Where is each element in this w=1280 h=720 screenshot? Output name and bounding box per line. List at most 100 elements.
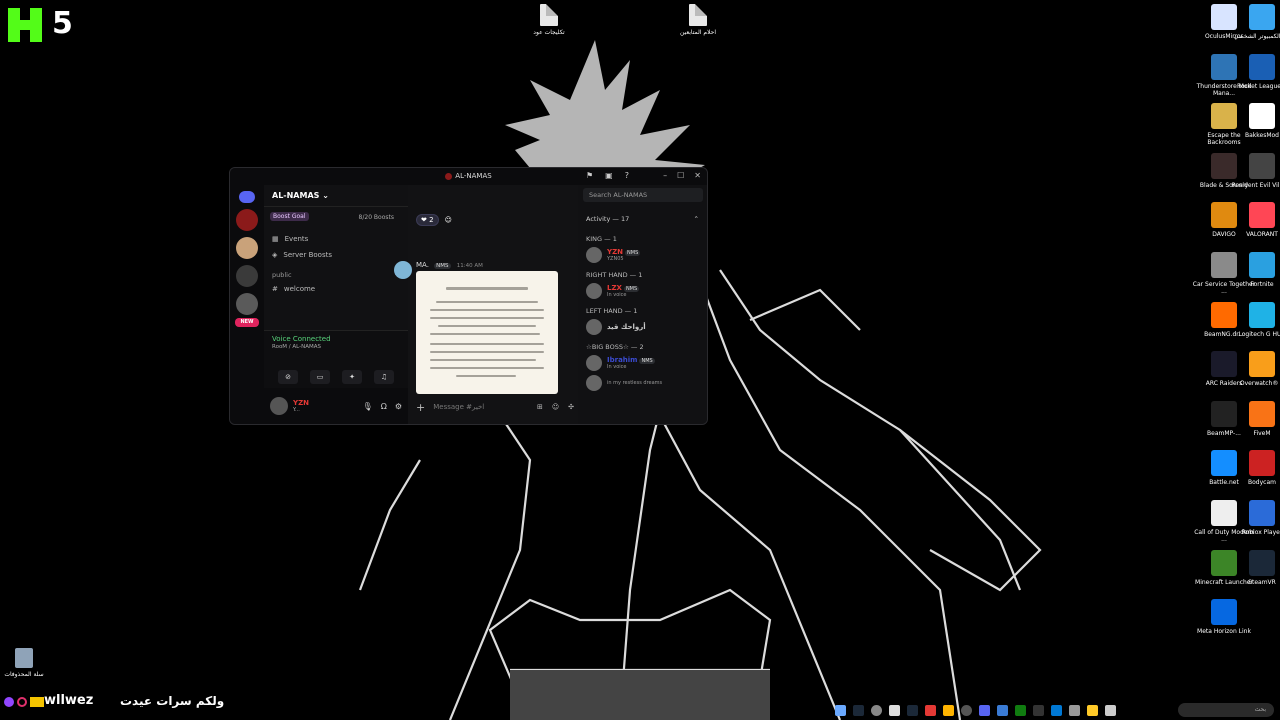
avatar[interactable] (270, 397, 288, 415)
taskbar-app-icon[interactable] (835, 704, 846, 716)
desktop-icon[interactable]: Bodycam (1230, 450, 1280, 486)
message-author[interactable]: MA. (416, 261, 429, 269)
apps-icon[interactable]: ✣ (568, 403, 574, 411)
avatar (586, 355, 602, 371)
capcut-icon[interactable] (889, 704, 900, 716)
message-avatar[interactable] (394, 261, 412, 279)
voice-status: Voice Connected (272, 335, 331, 343)
desktop-icon[interactable]: Roblox Player (1230, 500, 1280, 536)
window-title: AL-NAMAS (230, 172, 707, 180)
member-item[interactable]: YZN NMS YZN05 (578, 245, 707, 265)
github-icon[interactable] (871, 704, 882, 716)
app-icon[interactable] (1051, 704, 1062, 716)
desktop-icon-label: Bodycam (1248, 479, 1276, 487)
desktop-icon[interactable]: BakkesMod (1230, 103, 1280, 139)
voice-room[interactable]: RooM / AL-NAMAS (272, 344, 400, 350)
recycle-bin[interactable]: سلة المحذوفات (0, 648, 56, 678)
discord-icon[interactable] (979, 704, 990, 716)
microphone-icon[interactable]: 🎙 (363, 402, 373, 411)
xbox-icon[interactable] (1015, 704, 1026, 716)
screen-share-icon[interactable]: ▭ (310, 370, 330, 384)
steam-icon[interactable] (907, 704, 918, 716)
activity-header[interactable]: Activity — 17 ⌃ (578, 207, 707, 229)
category-public[interactable]: public + (264, 263, 408, 281)
steam-icon[interactable] (853, 704, 864, 716)
boost-goal[interactable]: Boost Goal 8/20 Boosts (270, 212, 402, 225)
desktop-icon[interactable]: VALORANT (1230, 202, 1280, 238)
epic-icon[interactable] (1033, 704, 1044, 716)
member-item[interactable]: in my restless dreams (578, 373, 707, 393)
member-item[interactable]: Ibrahim NMS In voice (578, 353, 707, 373)
add-attachment-icon[interactable]: + (416, 401, 425, 414)
discord-home-icon[interactable] (239, 191, 255, 203)
add-reaction-icon[interactable]: ☺ (445, 216, 452, 224)
desktop-icon[interactable]: Rocket League® (1230, 53, 1280, 90)
message-header: MA. NMS 11:40 AM (416, 261, 483, 269)
close-icon[interactable]: ✕ (694, 171, 701, 180)
obs-icon[interactable] (961, 704, 972, 716)
maximize-icon[interactable]: ☐ (677, 171, 684, 180)
desktop-file-1[interactable]: تكليجات عود (517, 4, 581, 36)
boost-icon: ◈ (272, 251, 278, 259)
folder-icon[interactable] (943, 704, 954, 716)
app-icon (1249, 549, 1275, 576)
avatar (586, 247, 602, 263)
server-icon-alnamas[interactable] (236, 209, 258, 231)
member-info: in my restless dreams (607, 380, 662, 386)
app-icon (1249, 351, 1275, 378)
minimize-icon[interactable]: – (663, 171, 667, 180)
soundboard-icon[interactable]: ♫ (374, 370, 394, 384)
server-header[interactable]: AL-NAMAS ⌄ (264, 185, 408, 207)
desktop-icon[interactable]: هذا الكمبيوتر الشخصي (1230, 4, 1280, 40)
desktop-icon[interactable]: SteamVR (1230, 549, 1280, 586)
chat-area: ❤ 2 ☺ MA. NMS 11:40 AM + Message #اخير ⊞… (394, 185, 578, 424)
app-icon[interactable] (925, 704, 936, 716)
server-icon-4[interactable] (236, 293, 258, 315)
chevron-down-icon: ⌄ (322, 191, 329, 200)
channel-welcome[interactable]: # welcome (264, 281, 408, 297)
role-header: KING — 1 (586, 235, 617, 243)
role-header: ☆BIG BOSS☆ — 2 (586, 343, 644, 351)
server-icon-3[interactable] (236, 265, 258, 287)
heart-reaction[interactable]: ❤ 2 (416, 214, 439, 226)
recycle-bin-icon (15, 648, 33, 668)
desktop-icon[interactable]: Overwatch® 2 (1230, 351, 1280, 387)
sidebar-item-server-boosts[interactable]: ◈ Server Boosts (264, 247, 408, 263)
headphones-icon[interactable]: Ω (381, 402, 387, 411)
emoji-icon[interactable]: ☺ (552, 403, 559, 411)
activities-icon[interactable]: ✦ (342, 370, 362, 384)
gift-icon[interactable]: ⊞ (537, 403, 543, 411)
desktop-icon-label: Fortnite (1250, 281, 1274, 288)
gear-icon[interactable]: ⚙ (395, 402, 402, 411)
desktop-icon[interactable]: FiveM (1230, 400, 1280, 437)
taskbar: بحث (835, 700, 1280, 720)
calendar-icon: ▦ (272, 235, 279, 243)
calculator-icon[interactable] (1069, 704, 1080, 716)
new-badge: NEW (235, 318, 259, 327)
chrome-icon[interactable] (997, 704, 1008, 716)
search-input[interactable]: Search AL-NAMAS (583, 188, 703, 202)
camera-icon[interactable]: ⊘ (278, 370, 298, 384)
composer-tools: ⊞ ☺ ✣ (537, 403, 574, 411)
desktop-icon[interactable]: Fortnite (1230, 252, 1280, 288)
user-info[interactable]: YZN Y... (293, 399, 309, 413)
avatar (586, 319, 602, 335)
boost-count: 8/20 Boosts (358, 214, 394, 221)
sidebar-item-events[interactable]: ▦ Events (264, 231, 408, 247)
desktop-icon[interactable]: Meta Horizon Link (1192, 599, 1256, 635)
crown-icon (30, 697, 44, 707)
desktop-icon-label: FiveM (1253, 429, 1271, 437)
desktop-icon[interactable]: Resident Evil Village (1230, 152, 1280, 189)
member-item[interactable]: أرواحك قيد (578, 317, 707, 337)
server-icon-2[interactable] (236, 237, 258, 259)
message-composer[interactable]: + Message #اخير ⊞ ☺ ✣ (416, 398, 574, 416)
member-item[interactable]: LZX NMS In voice (578, 281, 707, 301)
desktop-file-2[interactable]: احلام المتابعين (666, 4, 730, 36)
desktop-icon[interactable]: Logitech G HUB (1230, 301, 1280, 338)
message-image[interactable] (416, 271, 558, 394)
task-view-icon[interactable] (1105, 704, 1116, 716)
chevron-up-icon[interactable]: ⌃ (694, 215, 699, 223)
file-explorer-icon[interactable] (1087, 704, 1098, 716)
file-icon (689, 4, 707, 26)
search-input[interactable]: بحث (1178, 703, 1274, 717)
